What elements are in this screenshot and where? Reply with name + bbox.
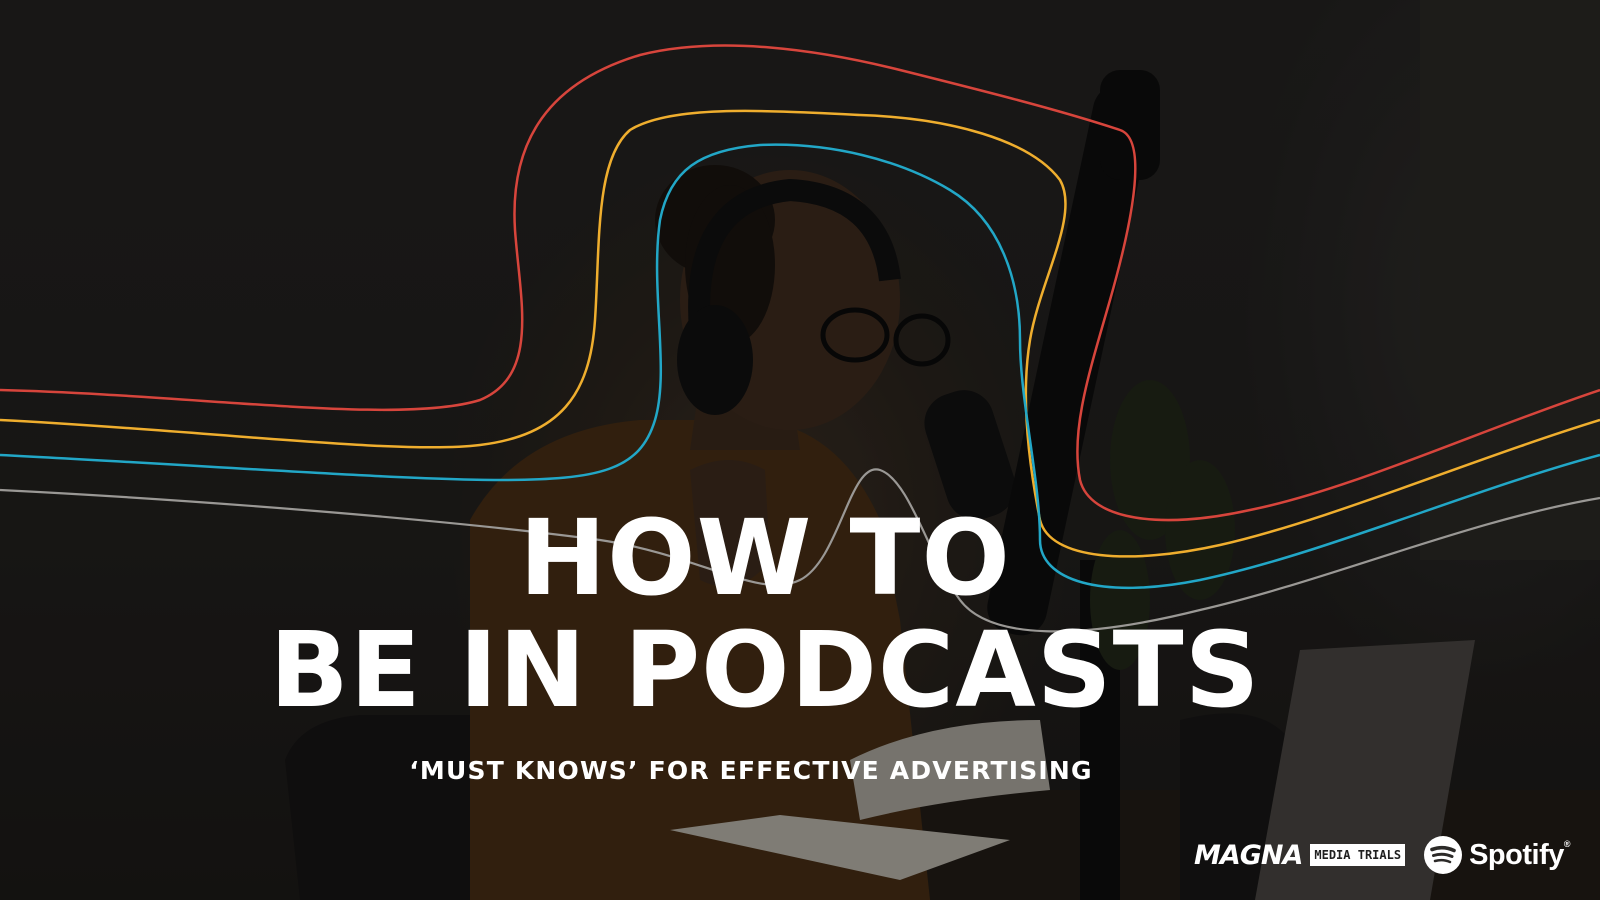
- spotify-wordmark: Spotify®: [1469, 838, 1571, 871]
- title-slide: HOW TO BE IN PODCASTS ‘MUST KNOWS’ FOR E…: [0, 0, 1600, 900]
- media-trials-badge: MEDIA TRIALS: [1310, 844, 1406, 866]
- title-line-1: HOW TO: [519, 497, 1011, 619]
- magna-logo: MAGNA: [1193, 839, 1303, 871]
- trademark-mark: ®: [1563, 838, 1571, 849]
- magna-media-trials-logo: MAGNA MEDIA TRIALS: [1193, 839, 1406, 871]
- subtitle: ‘MUST KNOWS’ FOR EFFECTIVE ADVERTISING: [409, 756, 1093, 785]
- wave-yellow: [0, 109, 1600, 558]
- spotify-icon: [1424, 836, 1463, 874]
- title-line-2: BE IN PODCASTS: [269, 609, 1261, 731]
- wave-red: [0, 44, 1600, 522]
- partner-logos: MAGNA MEDIA TRIALS Spotify®: [1193, 835, 1571, 875]
- spotify-logo: Spotify®: [1423, 835, 1571, 875]
